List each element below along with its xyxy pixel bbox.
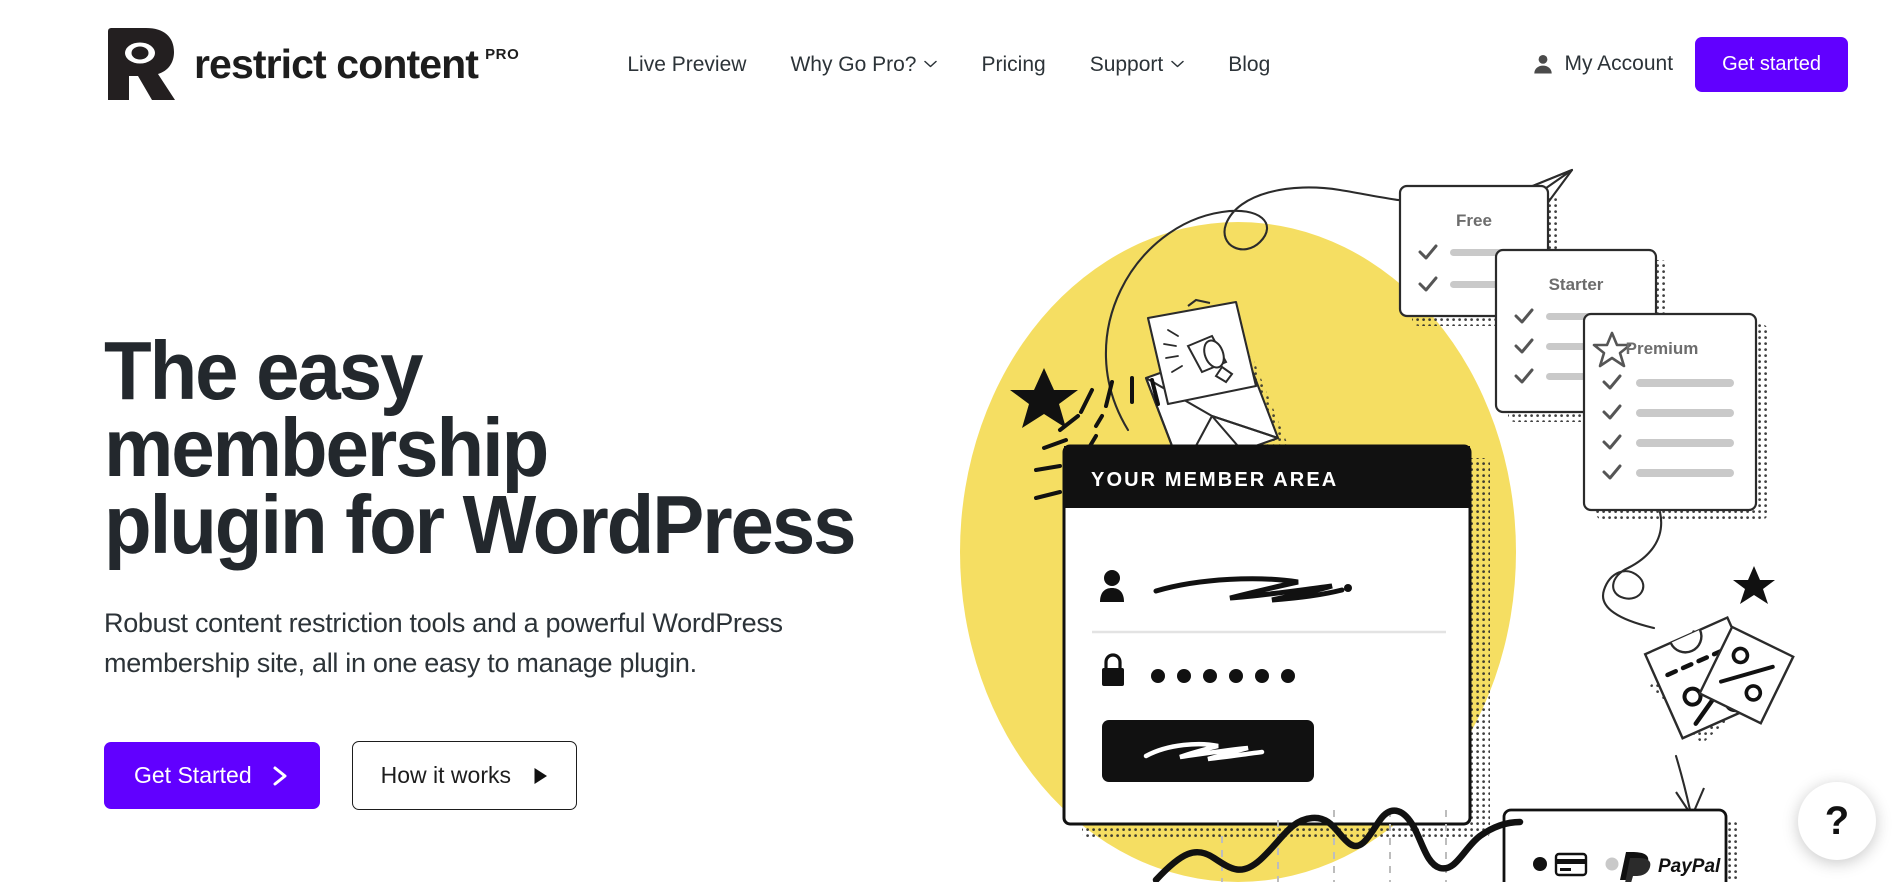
nav-item-pricing[interactable]: Pricing	[981, 54, 1045, 75]
get-started-header-button[interactable]: Get started	[1695, 36, 1848, 92]
logo-pro-superscript: PRO	[485, 45, 520, 63]
site-header: restrict content PRO Live Preview Why Go…	[0, 0, 1896, 128]
nav-label: Support	[1089, 52, 1164, 76]
user-icon	[1533, 55, 1552, 74]
member-area-card: YOUR MEMBER AREA	[1062, 444, 1490, 838]
member-submit-button	[1102, 720, 1314, 782]
play-icon	[534, 767, 547, 784]
hero-illustration-svg: YOUR MEMBER AREA Free Starter Premium Pa…	[960, 168, 1795, 882]
get-started-hero-label: Get Started	[134, 762, 252, 789]
nav-item-blog[interactable]: Blog	[1228, 54, 1270, 75]
payment-radio-card	[1533, 857, 1547, 871]
chevron-right-icon	[273, 766, 287, 786]
nav-item-why-go-pro[interactable]: Why Go Pro?	[790, 52, 938, 76]
hero-headline: The easy membership plugin for WordPress	[104, 324, 857, 572]
restrict-content-r-mark-icon	[108, 28, 175, 100]
header-actions: My Account Get started	[1532, 36, 1848, 92]
site-logo[interactable]: restrict content PRO	[104, 26, 519, 102]
payment-radio-paypal	[1605, 857, 1619, 871]
pricing-card-premium-title: Premium	[1626, 339, 1699, 358]
main-navigation: Live Preview Why Go Pro? Pricing Support…	[627, 54, 1270, 75]
member-area-title: YOUR MEMBER AREA	[1091, 469, 1338, 491]
hero-cta-row: Get Started How it works	[104, 741, 934, 811]
payment-method-card: PayPal	[1502, 808, 1738, 882]
credit-card-icon	[1554, 852, 1588, 877]
chevron-down-icon	[1171, 60, 1184, 68]
tag-string	[1601, 510, 1663, 630]
nav-label: Blog	[1228, 52, 1271, 76]
how-it-works-label: How it works	[380, 762, 511, 789]
hero-content: The easy membership plugin for WordPress…	[104, 324, 934, 811]
pricing-card-starter-title: Starter	[1549, 275, 1604, 294]
how-it-works-button[interactable]: How it works	[351, 741, 577, 811]
nav-label: Pricing	[981, 52, 1046, 76]
nav-item-live-preview[interactable]: Live Preview	[627, 54, 746, 75]
nav-label: Why Go Pro?	[790, 52, 917, 76]
get-started-hero-button[interactable]: Get Started	[104, 742, 320, 810]
logo-wordmark: restrict content	[194, 40, 479, 87]
nav-label: Live Preview	[627, 52, 747, 76]
hero-illustration: YOUR MEMBER AREA Free Starter Premium Pa…	[960, 120, 1896, 882]
nav-item-support[interactable]: Support	[1090, 54, 1185, 75]
pricing-card-free-title: Free	[1456, 211, 1492, 230]
question-mark-icon: ?	[1824, 799, 1850, 843]
page-root: restrict content PRO Live Preview Why Go…	[0, 0, 1896, 882]
chevron-down-icon	[924, 60, 938, 68]
help-button[interactable]: ?	[1798, 782, 1876, 860]
my-account-link[interactable]: My Account	[1532, 52, 1674, 76]
star-filled-icon-right	[1733, 566, 1775, 604]
my-account-label: My Account	[1564, 52, 1674, 75]
discount-tag-icon	[1643, 616, 1795, 744]
paypal-label: PayPal	[1658, 856, 1721, 877]
pricing-card-premium: Premium	[1582, 312, 1768, 520]
hero-subheading: Robust content restriction tools and a p…	[104, 607, 783, 678]
